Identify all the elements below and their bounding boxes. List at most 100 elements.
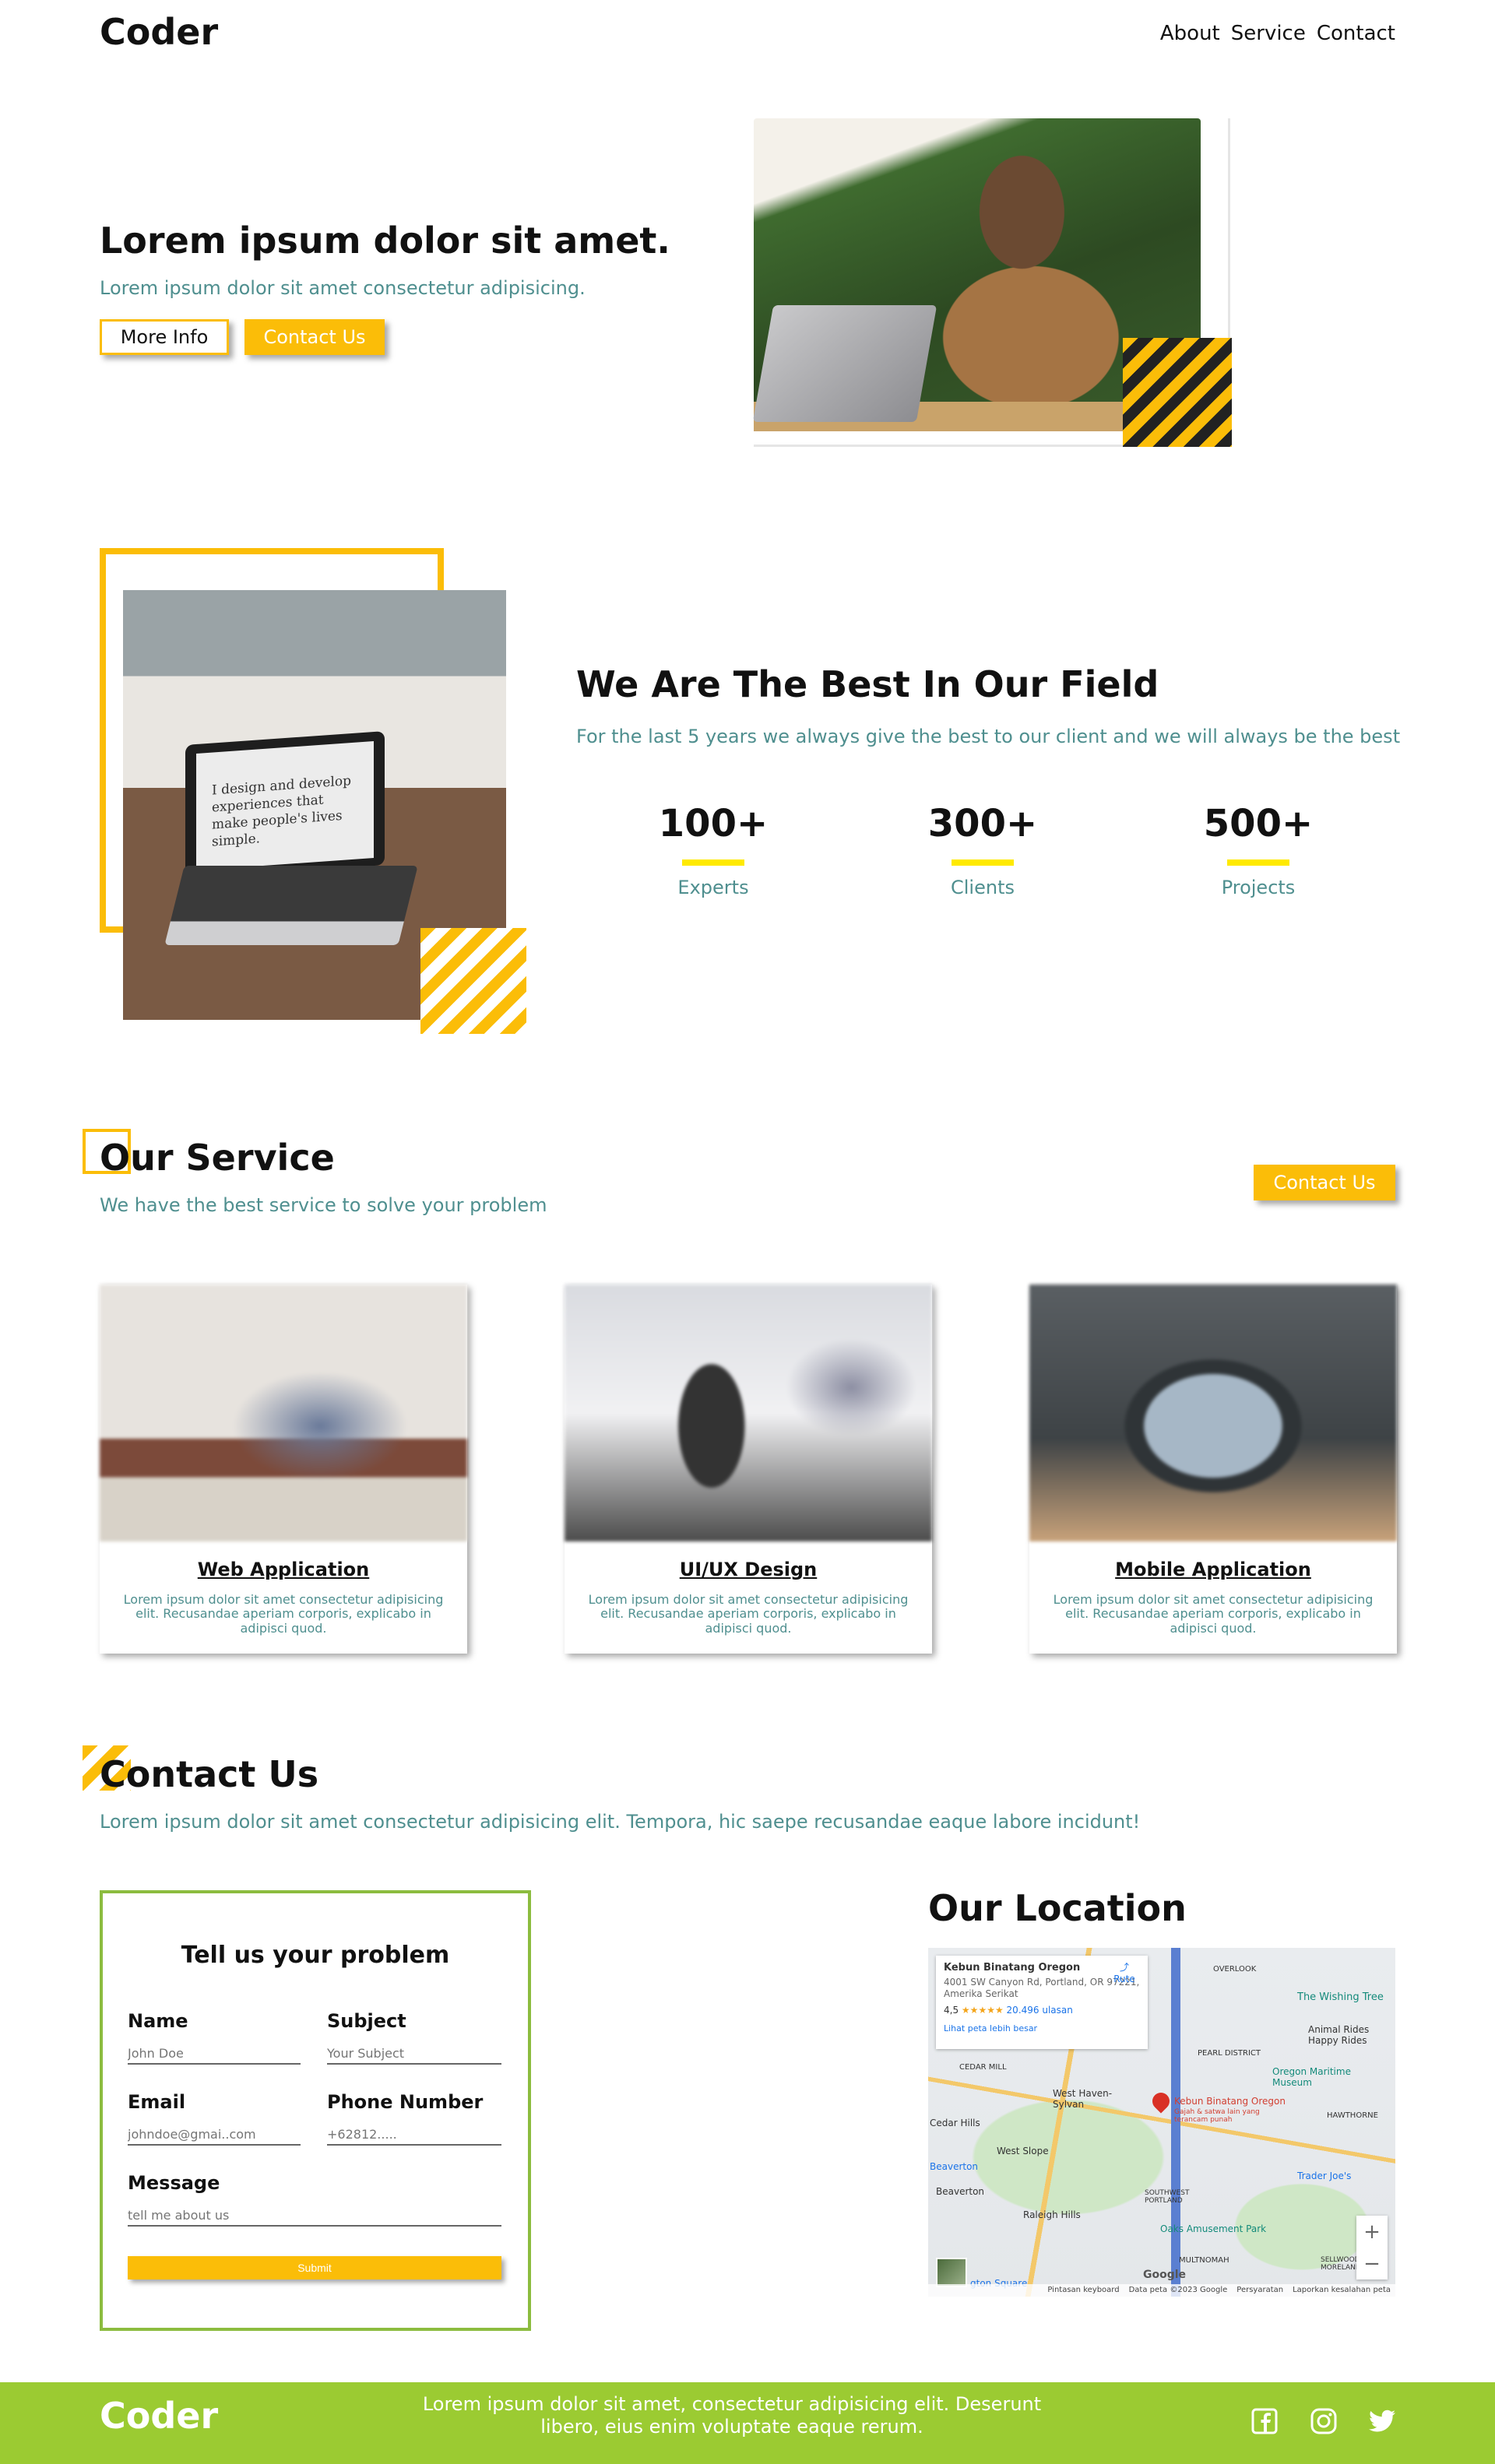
map-label-west-haven: West Haven-Sylvan: [1053, 2088, 1113, 2110]
map-label-sw-portland: SOUTHWEST PORTLAND: [1145, 2189, 1190, 2205]
about-stripe-decoration: [420, 928, 526, 1034]
map-satellite-toggle[interactable]: [936, 2258, 967, 2287]
map-label-cedar-mill: CEDAR MILL: [959, 2063, 1007, 2072]
service-card-title[interactable]: Mobile Application: [1029, 1559, 1397, 1580]
facebook-icon[interactable]: [1249, 2406, 1280, 2437]
form-title: Tell us your problem: [181, 1942, 450, 1969]
service-subtitle: We have the best service to solve your p…: [100, 1194, 547, 1216]
stat-bar: [1227, 859, 1289, 866]
phone-label: Phone Number: [327, 2091, 484, 2113]
map-place-rating: 4,5 ★★★★★ 20.496 ulasan: [944, 2005, 1140, 2016]
email-label: Email: [128, 2091, 186, 2113]
map-label-multnomah: MULTNOMAH: [1179, 2256, 1229, 2265]
map-footer-report[interactable]: Laporkan kesalahan peta: [1293, 2286, 1391, 2295]
map-footer-data: Data peta ©2023 Google: [1128, 2286, 1228, 2294]
subject-label: Subject: [327, 2010, 406, 2032]
map-label-animal-rides[interactable]: Animal Rides Happy Rides: [1308, 2024, 1383, 2046]
stat-bar: [952, 859, 1014, 866]
zoom-in-icon[interactable]: +: [1363, 2220, 1381, 2244]
map-label-zoo-sub: Gajah & satwa lain yang terancam punah: [1174, 2108, 1260, 2124]
stat-label: Projects: [1221, 877, 1296, 898]
stat-clients: 300+ Clients: [905, 802, 1061, 898]
about-laptop-text: I design and develop experiences that ma…: [196, 741, 374, 870]
stat-value: 100+: [658, 802, 769, 845]
phone-field[interactable]: [327, 2124, 501, 2146]
service-card-image: [1029, 1285, 1397, 1541]
hero-contact-button[interactable]: Contact Us: [244, 319, 385, 355]
hero-subtitle: Lorem ipsum dolor sit amet consectetur a…: [100, 277, 586, 299]
nav-about[interactable]: About: [1160, 22, 1220, 45]
about-laptop-base: [164, 866, 418, 945]
map-label-beaverton-loc[interactable]: Beaverton: [930, 2161, 978, 2172]
name-label: Name: [128, 2010, 188, 2032]
stat-label: Experts: [677, 877, 749, 898]
stat-value: 300+: [927, 802, 1038, 845]
nav-contact[interactable]: Contact: [1317, 22, 1395, 45]
map-label-hawthorne: HAWTHORNE: [1327, 2111, 1378, 2120]
stat-projects: 500+ Projects: [1180, 802, 1336, 898]
map-footer: Pintasan keyboard Data peta ©2023 Google…: [928, 2284, 1395, 2297]
message-field[interactable]: [128, 2205, 501, 2227]
about-subtitle: For the last 5 years we always give the …: [576, 726, 1401, 747]
stat-label: Clients: [951, 877, 1015, 898]
main-nav: About Service Contact: [1160, 22, 1395, 45]
stat-experts: 100+ Experts: [635, 802, 791, 898]
map-zoom-control: + −: [1356, 2216, 1388, 2279]
twitter-icon[interactable]: [1367, 2406, 1398, 2437]
map-route-label: Rute: [1113, 1974, 1135, 1984]
map-label-cedar-hills: Cedar Hills: [930, 2118, 980, 2128]
service-title: Our Service: [100, 1137, 335, 1179]
map-label-trader-joes[interactable]: Trader Joe's: [1297, 2170, 1351, 2181]
social-icons: [1249, 2406, 1398, 2437]
location-title: Our Location: [928, 1887, 1187, 1929]
zoom-out-icon[interactable]: −: [1363, 2252, 1381, 2276]
contact-subtitle: Lorem ipsum dolor sit amet consectetur a…: [100, 1811, 1141, 1833]
service-card-desc: Lorem ipsum dolor sit amet consectetur a…: [123, 1592, 444, 1636]
map-label-zoo[interactable]: Kebun Binatang Oregon: [1174, 2096, 1286, 2107]
footer-logo[interactable]: Coder: [100, 2395, 218, 2437]
rating-reviews-link[interactable]: 20.496 ulasan: [1007, 2005, 1073, 2016]
about-title: We Are The Best In Our Field: [576, 663, 1159, 705]
service-card-uiux[interactable]: UI/UX Design Lorem ipsum dolor sit amet …: [565, 1285, 932, 1654]
service-card-mobile[interactable]: Mobile Application Lorem ipsum dolor sit…: [1029, 1285, 1397, 1654]
contact-title: Contact Us: [100, 1753, 319, 1795]
service-card-web[interactable]: Web Application Lorem ipsum dolor sit am…: [100, 1285, 467, 1654]
directions-icon: ⤴: [1119, 1962, 1129, 1973]
nav-service[interactable]: Service: [1231, 22, 1306, 45]
submit-button[interactable]: Submit: [128, 2256, 501, 2279]
name-field[interactable]: [128, 2043, 301, 2065]
hero-image-laptop: [752, 305, 937, 422]
email-field[interactable]: [128, 2124, 301, 2146]
hero-buttons: More Info Contact Us: [100, 319, 385, 355]
service-card-title[interactable]: Web Application: [100, 1559, 467, 1580]
map-label-raleigh-hills: Raleigh Hills: [1023, 2209, 1081, 2220]
message-label: Message: [128, 2172, 220, 2194]
map-footer-terms[interactable]: Persyaratan: [1236, 2286, 1283, 2295]
service-card-image: [565, 1285, 932, 1541]
service-card-desc: Lorem ipsum dolor sit amet consectetur a…: [1053, 1592, 1374, 1636]
map-label-oaks-park[interactable]: Oaks Amusement Park: [1160, 2223, 1266, 2234]
rating-value: 4,5: [944, 2005, 959, 2016]
more-info-button[interactable]: More Info: [100, 319, 229, 355]
map-route-button[interactable]: ⤴ Rute: [1107, 1960, 1141, 1984]
hero-stripe-decoration: [1123, 338, 1232, 447]
hero-title: Lorem ipsum dolor sit amet.: [100, 220, 670, 262]
map-label-beaverton: Beaverton: [936, 2186, 985, 2197]
stat-value: 500+: [1203, 802, 1314, 845]
map-label-maritime-museum[interactable]: Oregon Maritime Museum: [1272, 2066, 1358, 2088]
map-footer-keyboard[interactable]: Pintasan keyboard: [1047, 2286, 1119, 2295]
map-label-west-slope: West Slope: [997, 2146, 1049, 2156]
google-logo: Google: [1143, 2269, 1187, 2281]
larger-map-link[interactable]: Lihat peta lebih besar: [944, 2023, 1140, 2033]
map-label-wishing-tree[interactable]: The Wishing Tree: [1297, 1991, 1384, 2003]
service-contact-button[interactable]: Contact Us: [1254, 1165, 1395, 1200]
map-label-overlook: OVERLOOK: [1213, 1965, 1257, 1974]
site-logo[interactable]: Coder: [100, 11, 218, 53]
rating-stars-icon: ★★★★★: [961, 2005, 1004, 2016]
footer-text: Lorem ipsum dolor sit amet, consectetur …: [422, 2393, 1042, 2438]
service-card-title[interactable]: UI/UX Design: [565, 1559, 932, 1580]
map-label-pearl: PEARL DISTRICT: [1198, 2049, 1261, 2058]
instagram-icon[interactable]: [1308, 2406, 1339, 2437]
stat-bar: [682, 859, 744, 866]
subject-field[interactable]: [327, 2043, 501, 2065]
